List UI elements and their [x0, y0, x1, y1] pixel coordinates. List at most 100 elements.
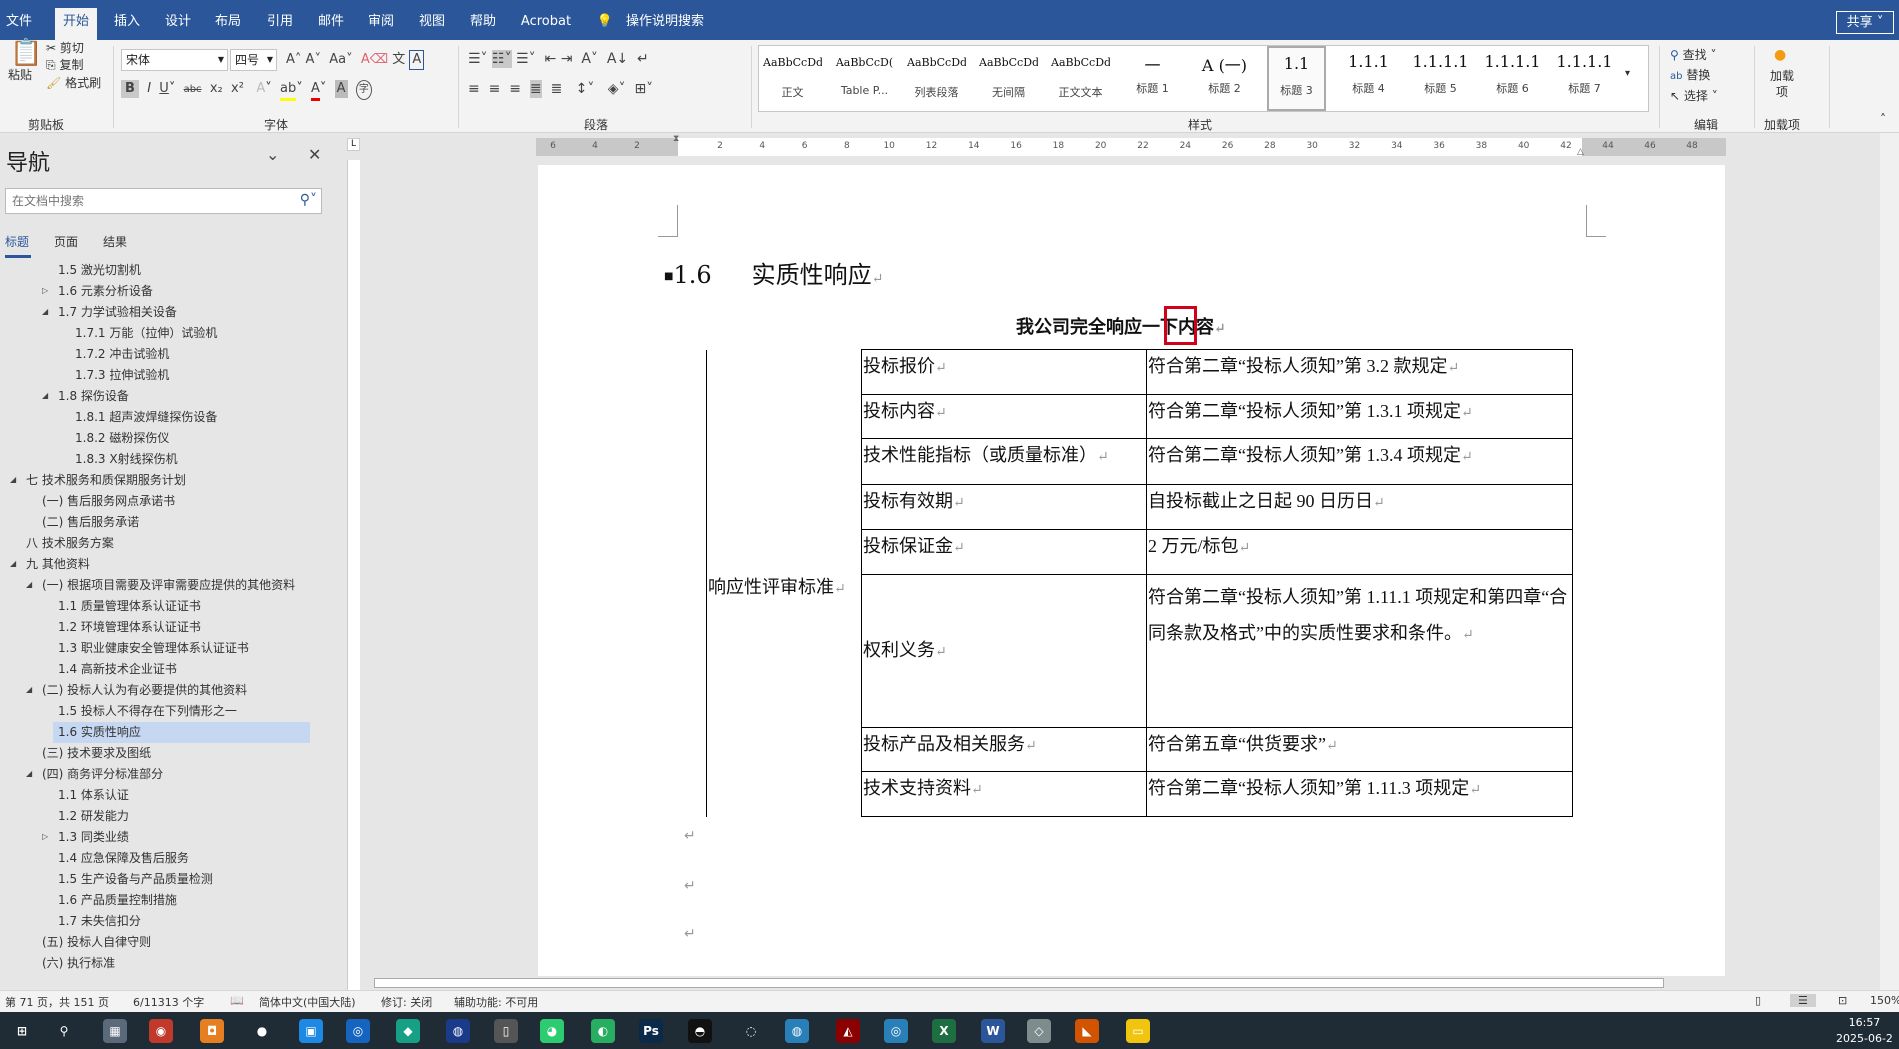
nav-item[interactable]: 1.5 生产设备与产品质量检测: [58, 869, 213, 890]
underline-icon[interactable]: U: [159, 80, 169, 98]
word-icon[interactable]: W: [981, 1019, 1005, 1043]
borders-icon[interactable]: ⊞˅: [634, 80, 653, 98]
nav-item[interactable]: 1.3 职业健康安全管理体系认证证书: [58, 638, 249, 659]
qq-icon[interactable]: ◓: [688, 1019, 712, 1043]
tab-9[interactable]: 帮助: [462, 8, 504, 40]
show-marks-icon[interactable]: ↵: [637, 50, 649, 68]
share-button[interactable]: 共享 ˅: [1836, 11, 1894, 34]
expanded-triangle-icon[interactable]: ◢: [10, 475, 16, 484]
file-icon[interactable]: ▯: [494, 1019, 518, 1043]
style-item[interactable]: AaBbCcD(Table P...: [835, 46, 894, 111]
addins-icon[interactable]: ●: [1774, 46, 1786, 64]
nav-item[interactable]: 1.7 力学试验相关设备: [58, 302, 177, 323]
scroll-thumb[interactable]: [374, 978, 1664, 988]
bullets-icon[interactable]: ☰˅: [468, 50, 488, 68]
photoshop-icon[interactable]: Ps: [639, 1019, 663, 1043]
copy-button[interactable]: ⎘ 复制: [46, 56, 83, 74]
nav-item[interactable]: 1.7 未失信扣分: [58, 911, 141, 932]
nav-tab-1[interactable]: 页面: [54, 233, 78, 250]
tab-0[interactable]: 文件: [0, 8, 40, 40]
tab-6[interactable]: 邮件: [310, 8, 352, 40]
nav-item[interactable]: (二) 投标人认为有必要提供的其他资料: [42, 680, 247, 701]
tab-8[interactable]: 视图: [411, 8, 453, 40]
nav-item[interactable]: 1.5 投标人不得存在下列情形之一: [58, 701, 237, 722]
nav-item[interactable]: 1.6 实质性响应: [53, 722, 310, 743]
align-right-icon[interactable]: ≡: [509, 80, 521, 98]
lightbulb-icon[interactable]: 💡: [589, 8, 621, 40]
nav-item[interactable]: 1.6 元素分析设备: [58, 281, 153, 302]
numbering-icon[interactable]: ☷˅: [492, 50, 512, 68]
vpn-icon[interactable]: ◍: [446, 1019, 470, 1043]
app-icon[interactable]: ◇: [1027, 1019, 1051, 1043]
nav-item[interactable]: 1.7.3 拉伸试验机: [75, 365, 169, 386]
text-effects-icon[interactable]: A: [256, 80, 265, 98]
expanded-triangle-icon[interactable]: ◢: [42, 391, 48, 400]
style-item[interactable]: A (一) 标题 2: [1195, 46, 1254, 111]
nav-item[interactable]: (二) 售后服务承诺: [42, 512, 139, 533]
shading-icon[interactable]: ◈˅: [608, 80, 626, 98]
tab-2[interactable]: 插入: [106, 8, 148, 40]
tab-3[interactable]: 设计: [157, 8, 199, 40]
word-count[interactable]: 6/11313 个字: [133, 994, 204, 1010]
superscript-icon[interactable]: x²: [231, 80, 244, 98]
nav-item[interactable]: 1.8.2 磁粉探伤仪: [75, 428, 169, 449]
phonetic-guide-icon[interactable]: 文: [392, 51, 405, 69]
print-layout-icon[interactable]: ☰: [1790, 994, 1816, 1007]
vertical-scrollbar[interactable]: [1880, 133, 1899, 990]
char-border-icon[interactable]: A: [409, 50, 425, 70]
increase-indent-icon[interactable]: ⇥: [561, 50, 573, 68]
style-item[interactable]: AaBbCcDdI 正文文本: [1051, 46, 1110, 111]
app-icon[interactable]: ◎: [884, 1019, 908, 1043]
tab-selector[interactable]: L: [347, 138, 360, 151]
windows-start-icon[interactable]: ⊞: [10, 1019, 34, 1043]
align-left-icon[interactable]: ≡: [468, 80, 480, 98]
web-layout-icon[interactable]: ⊡: [1838, 994, 1847, 1007]
enclose-char-icon[interactable]: 字: [355, 80, 372, 100]
clear-format-icon[interactable]: A⌫: [361, 51, 388, 69]
distributed-icon[interactable]: ≣: [551, 80, 563, 98]
nav-item[interactable]: 1.6 产品质量控制措施: [58, 890, 177, 911]
style-item[interactable]: 1.1 标题 3: [1267, 46, 1326, 111]
paste-icon[interactable]: 📋: [10, 40, 42, 66]
nav-item[interactable]: 1.7.1 万能（拉伸）试验机: [75, 323, 217, 344]
expanded-triangle-icon[interactable]: ◢: [26, 685, 32, 694]
clock[interactable]: 16:57 2025-06-2: [1836, 1015, 1893, 1047]
sort-icon[interactable]: A↓: [607, 50, 628, 68]
expanded-triangle-icon[interactable]: ◢: [26, 769, 32, 778]
collapsed-triangle-icon[interactable]: ▷: [42, 832, 48, 841]
nav-item[interactable]: 1.8.3 X射线探伤机: [75, 449, 178, 470]
decrease-indent-icon[interactable]: ⇤: [545, 50, 557, 68]
style-item[interactable]: 1.1.1 标题 4: [1339, 46, 1398, 111]
find-button[interactable]: ⚲ 查找 ˅: [1670, 46, 1716, 64]
browser-icon[interactable]: ◉: [149, 1019, 173, 1043]
nav-item[interactable]: 九 其他资料: [26, 554, 90, 575]
style-item[interactable]: AaBbCcDdI 列表段落: [907, 46, 966, 111]
align-center-icon[interactable]: ≡: [489, 80, 501, 98]
read-mode-icon[interactable]: ▯: [1755, 994, 1761, 1007]
app-icon[interactable]: ◎: [346, 1019, 370, 1043]
strikethrough-icon[interactable]: abc: [184, 81, 202, 99]
font-size-select[interactable]: 四号 ▼: [230, 49, 277, 71]
addins-button[interactable]: 加载项: [1770, 68, 1794, 100]
nav-item[interactable]: 1.2 研发能力: [58, 806, 129, 827]
highlight-icon[interactable]: ab: [279, 80, 297, 101]
nav-item[interactable]: (一) 根据项目需要及评审需要应提供的其他资料: [42, 575, 295, 596]
nav-item[interactable]: 1.7.2 冲击试验机: [75, 344, 169, 365]
right-indent-marker[interactable]: △: [1577, 147, 1584, 157]
style-item[interactable]: 1.1.1.1 标题 7: [1555, 46, 1614, 111]
app-icon[interactable]: ◣: [1075, 1019, 1099, 1043]
nav-item[interactable]: (四) 商务评分标准部分: [42, 764, 163, 785]
nav-item[interactable]: 1.2 环境管理体系认证证书: [58, 617, 201, 638]
grow-font-icon[interactable]: A˄: [286, 51, 301, 69]
nav-item[interactable]: 1.4 应急保障及售后服务: [58, 848, 189, 869]
calculator-icon[interactable]: ▦: [103, 1019, 127, 1043]
nav-item[interactable]: 七 技术服务和质保期服务计划: [26, 470, 186, 491]
close-icon[interactable]: ✕: [308, 145, 321, 164]
tell-me-search[interactable]: 操作说明搜索: [618, 8, 712, 40]
acrobat-icon[interactable]: ◭: [836, 1019, 860, 1043]
app-icon[interactable]: ▣: [299, 1019, 323, 1043]
nav-item[interactable]: (五) 投标人自律守则: [42, 932, 151, 953]
nav-item[interactable]: 八 技术服务方案: [26, 533, 114, 554]
nav-tab-2[interactable]: 结果: [103, 233, 127, 250]
style-item[interactable]: AaBbCcDdI 无间隔: [979, 46, 1038, 111]
